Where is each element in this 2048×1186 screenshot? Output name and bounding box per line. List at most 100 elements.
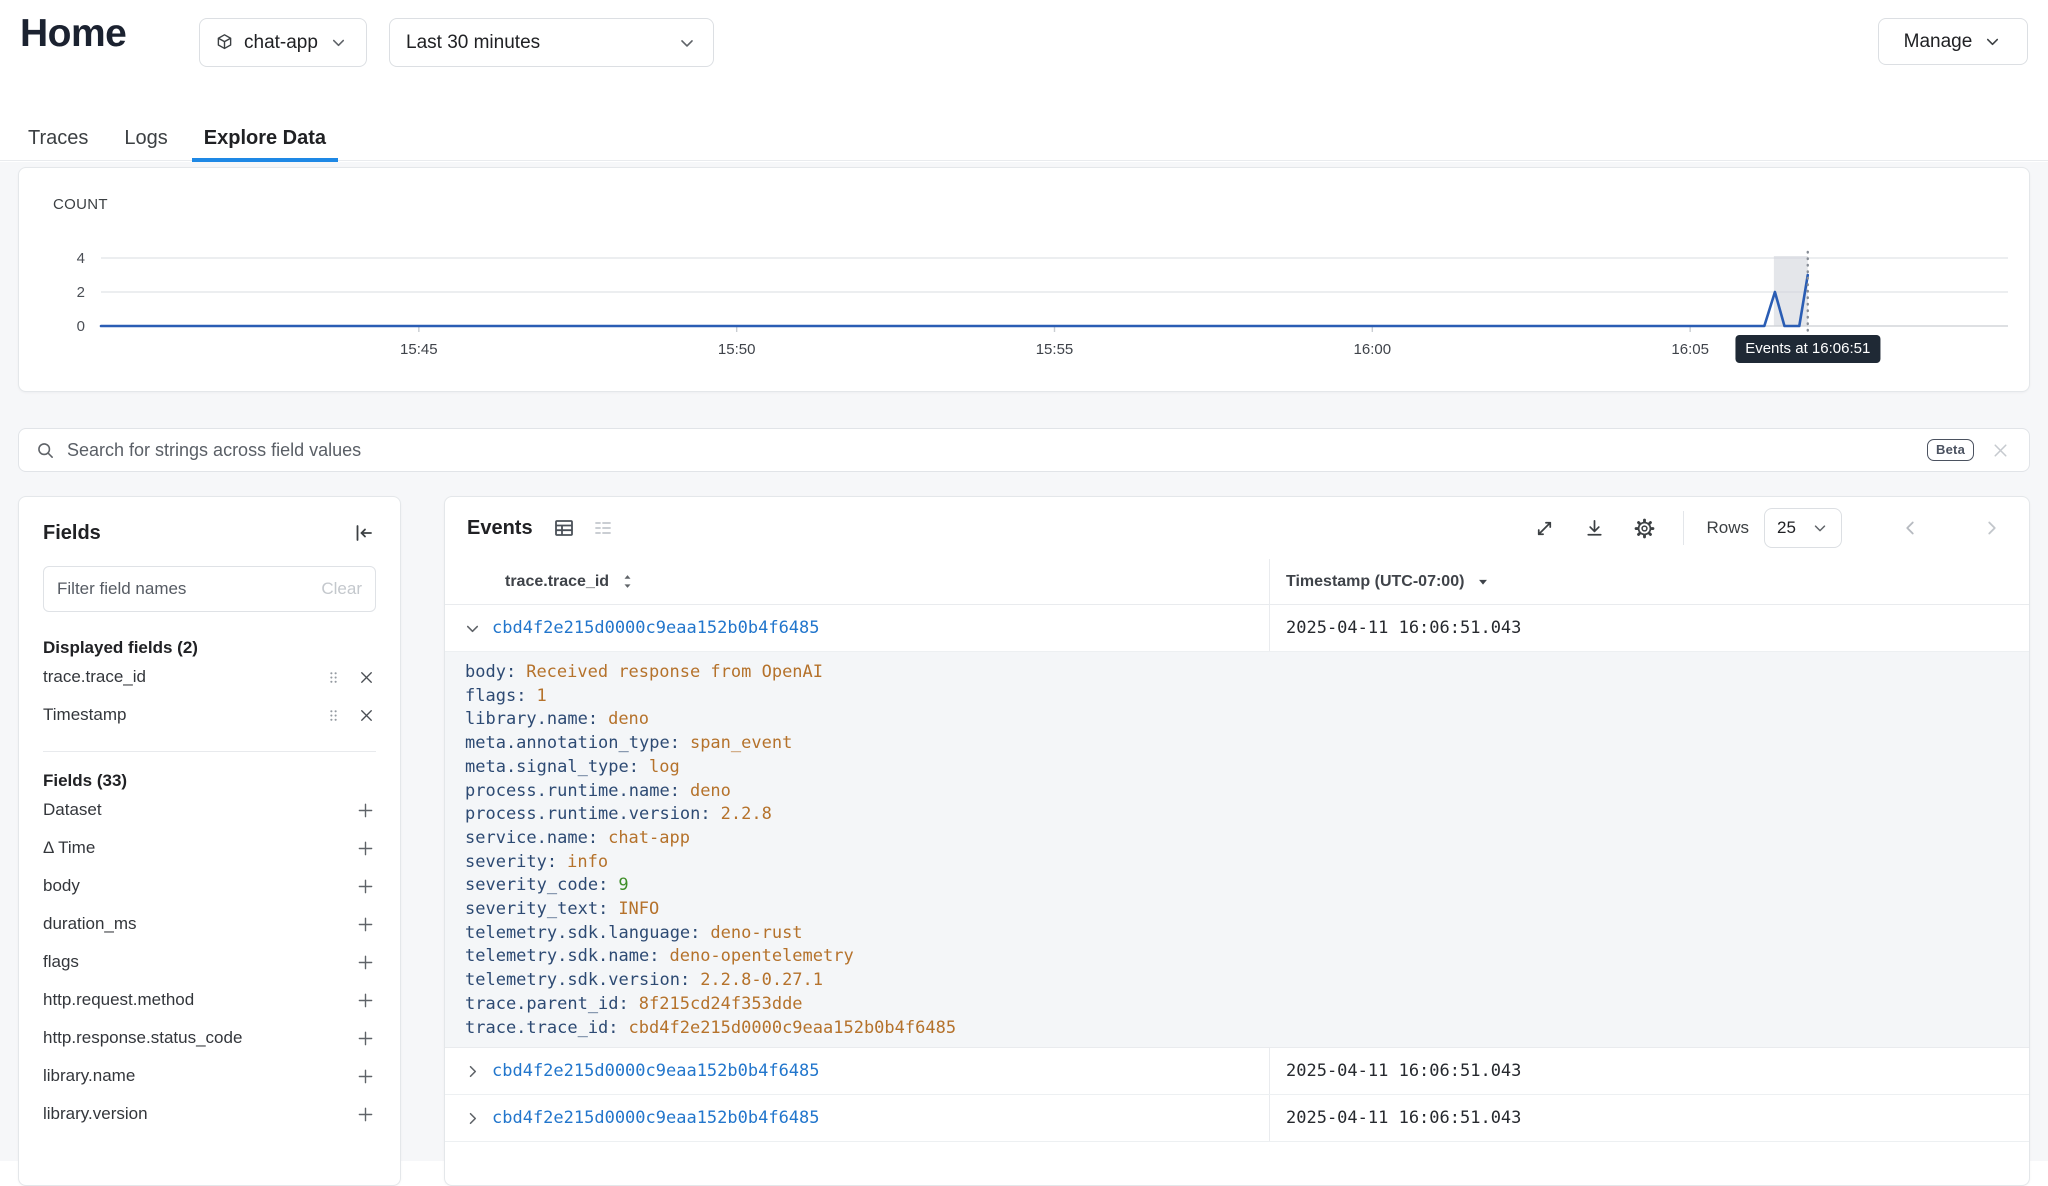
detail-key: telemetry.sdk.name bbox=[465, 946, 659, 966]
detail-line: service.namechat-app bbox=[465, 827, 2009, 851]
manage-button[interactable]: Manage bbox=[1878, 18, 2028, 65]
drag-handle-icon[interactable] bbox=[325, 669, 342, 686]
add-field-icon[interactable] bbox=[355, 952, 376, 973]
detail-key: severity bbox=[465, 852, 557, 872]
detail-value: deno bbox=[690, 781, 731, 801]
package-icon bbox=[214, 32, 235, 53]
next-page-icon[interactable] bbox=[1981, 517, 2003, 539]
detail-line: telemetry.sdk.languagedeno-rust bbox=[465, 922, 2009, 946]
detail-value: deno bbox=[608, 709, 649, 729]
filter-clear-button[interactable]: Clear bbox=[321, 579, 362, 599]
list-view-icon[interactable] bbox=[591, 516, 615, 540]
manage-label: Manage bbox=[1904, 31, 1973, 53]
drag-handle-icon[interactable] bbox=[325, 707, 342, 724]
events-panel: Events Rows 25 bbox=[444, 496, 2030, 1186]
table-row[interactable]: cbd4f2e215d0000c9eaa152b0b4f6485 2025-04… bbox=[445, 605, 2029, 652]
detail-key: telemetry.sdk.version bbox=[465, 970, 690, 990]
remove-field-icon[interactable] bbox=[357, 668, 376, 687]
detail-key: flags bbox=[465, 686, 526, 706]
download-icon[interactable] bbox=[1583, 517, 1606, 540]
field-row: Dataset bbox=[43, 791, 376, 829]
add-field-icon[interactable] bbox=[355, 1104, 376, 1125]
sort-icon[interactable] bbox=[620, 573, 635, 590]
field-label: library.name bbox=[43, 1066, 135, 1086]
expand-row-icon[interactable] bbox=[463, 1062, 482, 1081]
detail-key: severity_code bbox=[465, 875, 608, 895]
svg-text:0: 0 bbox=[77, 318, 85, 335]
detail-line: flags 1 bbox=[465, 685, 2009, 709]
detail-key: body bbox=[465, 662, 516, 682]
search-icon bbox=[35, 440, 56, 461]
table-row[interactable]: cbd4f2e215d0000c9eaa152b0b4f6485 2025-04… bbox=[445, 1048, 2029, 1095]
table-row[interactable]: cbd4f2e215d0000c9eaa152b0b4f6485 2025-04… bbox=[445, 1095, 2029, 1142]
field-row: http.request.method bbox=[43, 981, 376, 1019]
rows-per-page-select[interactable]: 25 bbox=[1764, 508, 1842, 548]
remove-field-icon[interactable] bbox=[357, 706, 376, 725]
expand-row-icon[interactable] bbox=[463, 1109, 482, 1128]
prev-page-icon[interactable] bbox=[1899, 517, 1921, 539]
timestamp-value: 2025-04-11 16:06:51.043 bbox=[1286, 618, 1521, 638]
displayed-field-label: trace.trace_id bbox=[43, 667, 146, 687]
detail-line: process.runtime.namedeno bbox=[465, 780, 2009, 804]
project-select[interactable]: chat-app bbox=[199, 18, 367, 67]
detail-line: trace.trace_idcbd4f2e215d0000c9eaa152b0b… bbox=[465, 1017, 2009, 1041]
tab-logs[interactable]: Logs bbox=[122, 116, 169, 161]
add-field-icon[interactable] bbox=[355, 1066, 376, 1087]
trace-id-link[interactable]: cbd4f2e215d0000c9eaa152b0b4f6485 bbox=[492, 1108, 820, 1128]
search-input[interactable] bbox=[67, 440, 1927, 461]
tab-traces[interactable]: Traces bbox=[26, 116, 90, 161]
time-range-value: Last 30 minutes bbox=[406, 32, 540, 54]
detail-line: severity_textINFO bbox=[465, 898, 2009, 922]
detail-value: INFO bbox=[618, 899, 659, 919]
detail-line: telemetry.sdk.version2.2.8-0.27.1 bbox=[465, 969, 2009, 993]
add-field-icon[interactable] bbox=[355, 838, 376, 859]
divider bbox=[43, 751, 376, 752]
displayed-field-label: Timestamp bbox=[43, 705, 126, 725]
settings-gear-icon[interactable] bbox=[1633, 517, 1656, 540]
field-label: flags bbox=[43, 952, 79, 972]
events-histogram-card: COUNT 02415:4515:5015:5516:0016:05 Event… bbox=[18, 167, 2030, 392]
detail-line: severity_code9 bbox=[465, 874, 2009, 898]
add-field-icon[interactable] bbox=[355, 914, 376, 935]
field-row: Δ Time bbox=[43, 829, 376, 867]
add-field-icon[interactable] bbox=[355, 1028, 376, 1049]
field-label: body bbox=[43, 876, 80, 896]
sort-desc-icon[interactable] bbox=[1476, 575, 1490, 589]
divider bbox=[1683, 511, 1684, 545]
column-header-trace-id[interactable]: trace.trace_id bbox=[505, 573, 609, 591]
field-row: duration_ms bbox=[43, 905, 376, 943]
detail-value: deno-opentelemetry bbox=[669, 946, 853, 966]
field-label: Dataset bbox=[43, 800, 102, 820]
add-field-icon[interactable] bbox=[355, 800, 376, 821]
detail-value: chat-app bbox=[608, 828, 690, 848]
time-range-select[interactable]: Last 30 minutes bbox=[389, 18, 714, 67]
field-filter: Clear bbox=[43, 566, 376, 612]
events-histogram[interactable]: 02415:4515:5015:5516:0016:05 bbox=[19, 168, 2031, 391]
detail-key: trace.trace_id bbox=[465, 1018, 619, 1038]
search-bar: Beta bbox=[18, 428, 2030, 472]
beta-badge: Beta bbox=[1927, 439, 1974, 461]
chevron-down-icon bbox=[329, 33, 348, 52]
displayed-field-row: Timestamp bbox=[43, 696, 376, 734]
detail-value: 2.2.8 bbox=[721, 804, 772, 824]
field-filter-input[interactable] bbox=[57, 579, 321, 599]
collapse-panel-icon[interactable] bbox=[352, 521, 376, 545]
expand-icon[interactable] bbox=[1533, 517, 1556, 540]
field-label: http.response.status_code bbox=[43, 1028, 242, 1048]
collapse-row-icon[interactable] bbox=[463, 619, 482, 638]
column-header-timestamp[interactable]: Timestamp (UTC-07:00) bbox=[1286, 573, 1464, 591]
svg-text:15:45: 15:45 bbox=[400, 341, 438, 358]
displayed-fields-header: Displayed fields (2) bbox=[43, 638, 376, 658]
add-field-icon[interactable] bbox=[355, 990, 376, 1011]
close-icon[interactable] bbox=[1990, 440, 2011, 461]
rows-per-page-value: 25 bbox=[1777, 518, 1796, 538]
events-toolbar: Events Rows 25 bbox=[445, 497, 2029, 559]
detail-value: Received response from OpenAI bbox=[526, 662, 823, 682]
detail-value: deno-rust bbox=[710, 923, 802, 943]
trace-id-link[interactable]: cbd4f2e215d0000c9eaa152b0b4f6485 bbox=[492, 618, 820, 638]
table-view-icon[interactable] bbox=[552, 516, 576, 540]
add-field-icon[interactable] bbox=[355, 876, 376, 897]
trace-id-link[interactable]: cbd4f2e215d0000c9eaa152b0b4f6485 bbox=[492, 1061, 820, 1081]
detail-value: 1 bbox=[536, 686, 546, 706]
tab-explore-data[interactable]: Explore Data bbox=[202, 116, 328, 161]
